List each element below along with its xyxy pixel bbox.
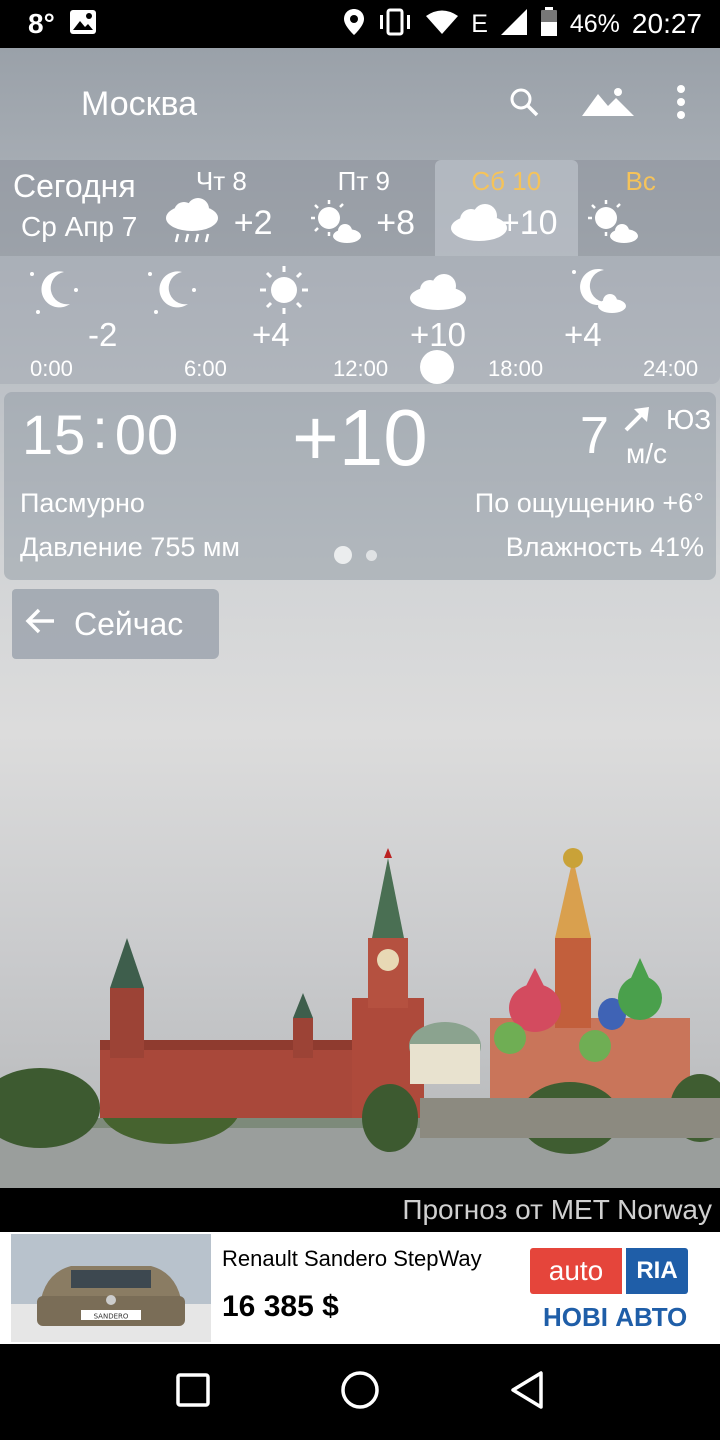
wifi-icon [425,9,459,40]
battery-icon [540,6,558,42]
ad-title: Renault Sandero StepWay [222,1246,482,1271]
page-indicator [334,546,377,564]
landscape-icon[interactable] [582,86,634,122]
day-name: Чт 8 [195,166,247,196]
notification-temp: 8° [28,8,55,39]
hourly-forecast[interactable]: -2 +4 +10 +4 0:00 6:00 12:00 18:00 24:00 [0,256,720,384]
wind-direction: ЮЗ [666,404,712,435]
humidity-text: Влажность 41% [505,532,704,562]
forecast-credit[interactable]: Прогноз от MET Norway [0,1188,720,1232]
cloud-icon [408,272,468,316]
app-bar: Москва [0,48,720,160]
page-dot [366,549,377,561]
ad-subtitle: НОВІ АВТО [543,1302,688,1332]
home-icon[interactable] [340,1370,380,1414]
detail-time: 15:00 [22,397,180,467]
daily-forecast-row: Сегодня Ср Апр 7 Чт 8 +2 Пт 9 +8 Сб 10 +… [0,160,720,256]
rain-icon [164,198,220,251]
day-item[interactable]: Пт 9 +8 [293,160,435,256]
condition-text: Пасмурно [20,488,145,518]
hour-temp: +4 [564,316,602,353]
more-vert-icon[interactable] [676,85,686,123]
arrow-left-icon [24,606,56,643]
autoria-logo: auto RIA [530,1248,690,1294]
hour-temp: -2 [88,316,118,353]
moon-cloud-icon [568,264,628,320]
moon-stars-icon [26,264,82,320]
day-name: Вс [625,166,656,196]
today-label: Сегодня [13,168,136,204]
now-button[interactable]: Сейчас [12,589,219,659]
time-slider-handle[interactable] [420,350,454,384]
feels-like-text: По ощущению +6° [474,488,704,518]
sun-icon [258,264,310,320]
day-name: Сб 10 [471,166,542,196]
battery-percent: 46% [569,9,620,38]
day-temp: +2 [233,204,273,242]
location-icon [343,8,365,41]
detail-time-separator: : [92,397,109,460]
car-plate-text: SANDERO [94,1313,129,1321]
pressure-text: Давление 755 мм [20,532,240,562]
day-temp: +8 [376,204,416,242]
page-dot-active [334,546,352,564]
hour-label: 24:00 [643,356,699,381]
kremlin-skyline-image [0,848,720,1188]
now-button-label: Сейчас [74,605,184,642]
day-item[interactable]: Вс [578,160,720,256]
sun-cloud-icon [307,198,363,251]
detail-temp: +10 [292,393,428,482]
wind-unit: м/с [626,438,668,469]
today-date: Ср Апр 7 [21,211,138,242]
signal-icon [500,8,528,41]
day-item-selected[interactable]: Сб 10 +10 [435,160,578,256]
sun-cloud-icon [584,198,640,251]
detail-hour: 15 [22,403,87,466]
wind-direction-arrow-icon [622,404,652,438]
ad-price: 16 385 $ [222,1290,339,1323]
vibrate-icon [377,8,413,41]
wind-speed: 7 [580,407,609,465]
clock: 20:27 [631,8,702,39]
logo-auto: auto [530,1248,622,1294]
hour-label: 6:00 [184,356,227,381]
recents-icon[interactable] [175,1372,211,1412]
car-image: SANDERO [11,1234,211,1342]
moon-stars-icon [144,264,200,320]
hour-label: 18:00 [488,356,544,381]
status-bar: 8° E 46% 20:27 [0,0,720,48]
day-name: Пт 9 [337,166,390,196]
hour-temp: +10 [410,316,466,353]
logo-ria: RIA [626,1248,688,1294]
hour-label: 0:00 [30,356,73,381]
city-title[interactable]: Москва [81,85,197,124]
day-item[interactable]: Чт 8 +2 [150,160,292,256]
ad-banner[interactable]: SANDERO Renault Sandero StepWay 16 385 $… [0,1232,720,1344]
navigation-bar [0,1344,720,1440]
search-icon[interactable] [508,86,540,122]
hour-label: 12:00 [333,356,389,381]
weather-detail-card[interactable]: 15:00 +10 7 ЮЗ м/с Пасмурно Давление 755… [4,392,716,580]
day-temp: +10 [499,204,558,242]
hour-temp: +4 [252,316,290,353]
image-icon [69,9,97,40]
network-type: E [471,9,488,38]
detail-minute: 00 [114,403,180,466]
back-icon[interactable] [509,1370,545,1414]
day-today[interactable]: Сегодня Ср Апр 7 [0,160,150,256]
